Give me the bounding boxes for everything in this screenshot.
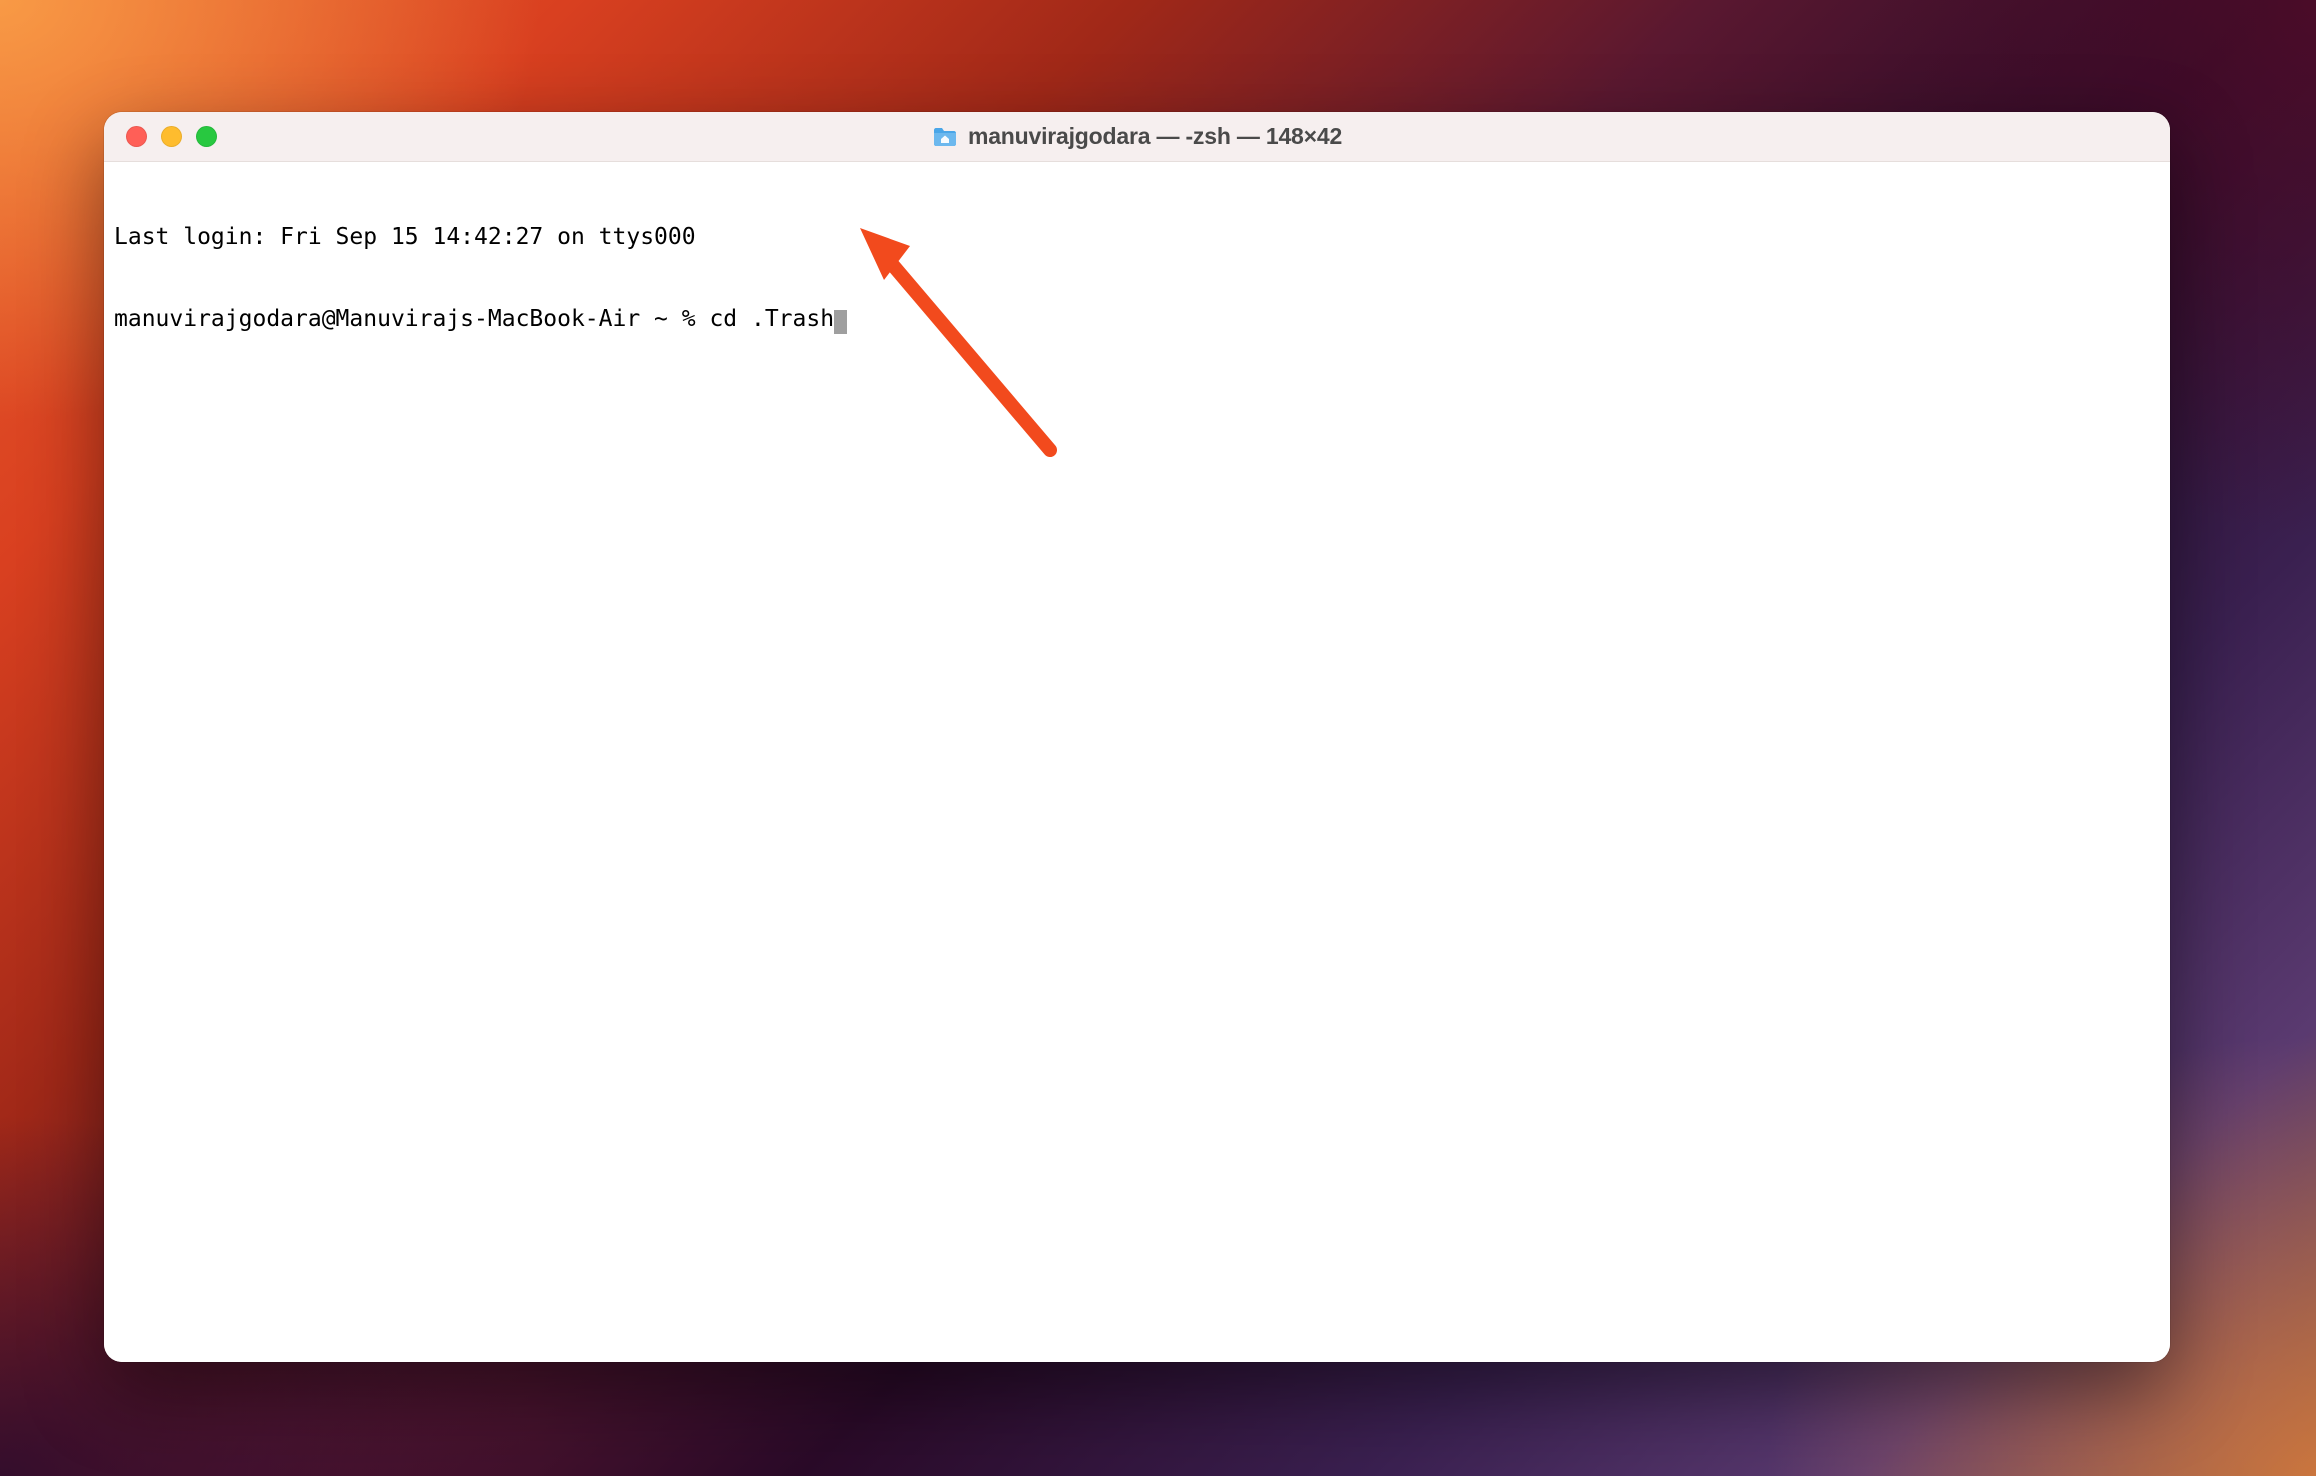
terminal-body[interactable]: Last login: Fri Sep 15 14:42:27 on ttys0…: [104, 162, 2170, 1362]
window-minimize-button[interactable]: [161, 126, 182, 147]
window-title-text: manuvirajgodara — -zsh — 148×42: [968, 123, 1342, 150]
last-login-line: Last login: Fri Sep 15 14:42:27 on ttys0…: [114, 224, 2160, 251]
home-folder-icon: [932, 126, 958, 148]
shell-prompt: manuvirajgodara@Manuvirajs-MacBook-Air ~…: [114, 306, 709, 332]
window-title-container: manuvirajgodara — -zsh — 148×42: [104, 123, 2170, 150]
terminal-cursor: [834, 310, 847, 334]
window-titlebar[interactable]: manuvirajgodara — -zsh — 148×42: [104, 112, 2170, 162]
window-close-button[interactable]: [126, 126, 147, 147]
window-maximize-button[interactable]: [196, 126, 217, 147]
terminal-window: manuvirajgodara — -zsh — 148×42 Last log…: [104, 112, 2170, 1362]
prompt-line: manuvirajgodara@Manuvirajs-MacBook-Air ~…: [114, 306, 2160, 333]
shell-command-input[interactable]: cd .Trash: [709, 306, 834, 332]
traffic-lights: [104, 126, 217, 147]
